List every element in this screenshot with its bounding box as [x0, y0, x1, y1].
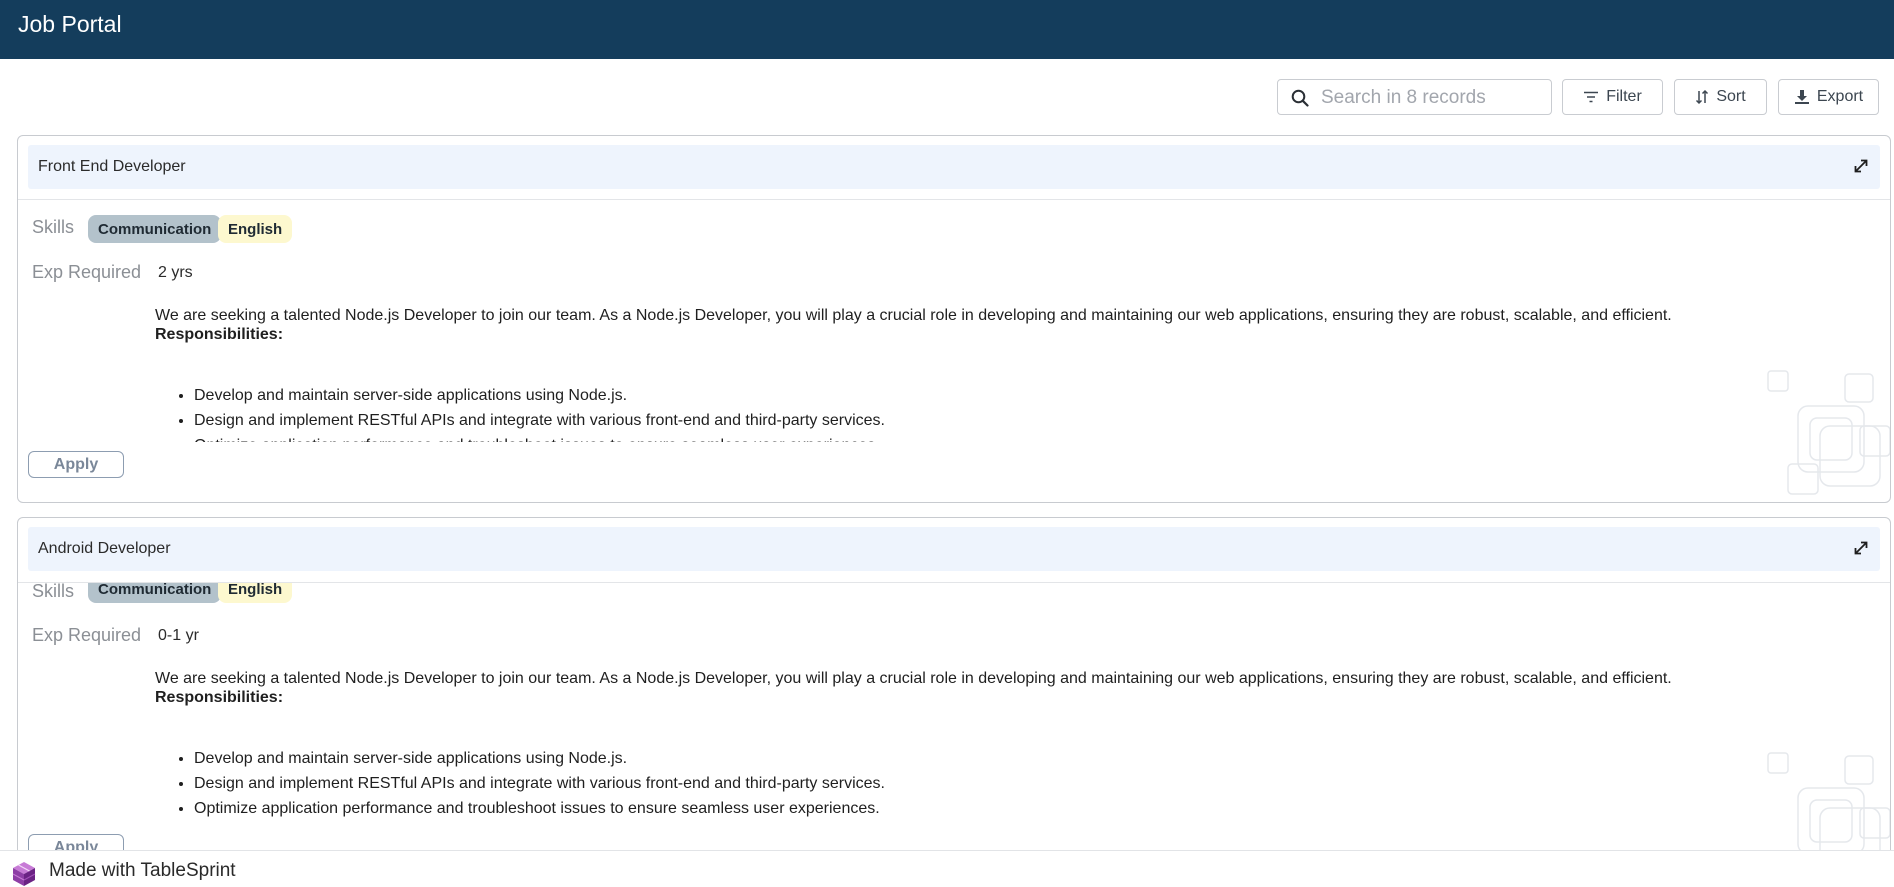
list-item: Design and implement RESTful APIs and in…	[194, 408, 885, 433]
apply-button[interactable]: Apply	[28, 451, 124, 478]
responsibilities-heading: Responsibilities:	[155, 689, 284, 706]
skill-chip: Communication	[88, 583, 222, 603]
job-card-body: Skills Communication English Exp Require…	[18, 200, 1890, 442]
job-card-body: Skills Communication English Exp Require…	[18, 583, 1890, 856]
list-item: Optimize application performance and tro…	[194, 433, 885, 442]
search-input[interactable]	[1321, 84, 1541, 111]
job-description: We are seeking a talented Node.js Develo…	[155, 670, 1672, 687]
list-item: Optimize application performance and tro…	[194, 796, 885, 821]
exp-required-label: Exp Required	[32, 262, 142, 282]
tablesprint-logo-icon[interactable]	[11, 861, 37, 887]
skill-chip: Communication	[88, 215, 222, 243]
list-item: Design and implement RESTful APIs and in…	[194, 771, 885, 796]
job-card-header: Front End Developer	[28, 145, 1880, 189]
skills-label: Skills	[32, 217, 75, 237]
filter-button[interactable]: Filter	[1562, 79, 1663, 115]
export-button[interactable]: Export	[1778, 79, 1879, 115]
job-card: Front End Developer Skills Communication…	[17, 135, 1891, 503]
search-box[interactable]	[1277, 79, 1552, 115]
app-header: Job Portal	[0, 0, 1894, 59]
filter-label: Filter	[1606, 88, 1642, 105]
job-card-header: Android Developer	[28, 527, 1880, 571]
responsibilities-list: Develop and maintain server-side applica…	[194, 383, 885, 442]
exp-required-value: 0-1 yr	[158, 627, 199, 644]
job-title: Android Developer	[38, 540, 171, 557]
download-icon	[1794, 90, 1809, 104]
app-title: Job Portal	[18, 11, 122, 37]
sort-label: Sort	[1716, 88, 1746, 105]
filter-icon	[1584, 91, 1599, 103]
skills-label: Skills	[32, 583, 75, 601]
sort-icon	[1696, 89, 1709, 105]
responsibilities-list: Develop and maintain server-side applica…	[194, 746, 885, 821]
list-item: Develop and maintain server-side applica…	[194, 383, 885, 408]
exp-required-value: 2 yrs	[158, 264, 193, 281]
job-card: Android Developer Skills Communication E…	[17, 517, 1891, 857]
decorative-squares-icon	[1767, 752, 1890, 856]
expand-icon[interactable]	[1852, 157, 1870, 175]
list-item: Develop and maintain server-side applica…	[194, 746, 885, 771]
sort-button[interactable]: Sort	[1674, 79, 1767, 115]
export-label: Export	[1816, 88, 1864, 105]
skill-chip: English	[218, 583, 293, 603]
exp-required-label: Exp Required	[32, 625, 142, 645]
skill-chip: English	[218, 215, 293, 243]
expand-icon[interactable]	[1852, 539, 1870, 557]
job-description: We are seeking a talented Node.js Develo…	[155, 307, 1672, 324]
job-title: Front End Developer	[38, 158, 186, 175]
responsibilities-heading: Responsibilities:	[155, 326, 284, 343]
search-icon	[1291, 89, 1309, 107]
decorative-squares-icon	[1767, 370, 1890, 495]
footer: Made with TableSprint	[0, 850, 1894, 887]
made-with-link[interactable]: Made with TableSprint	[49, 860, 236, 882]
